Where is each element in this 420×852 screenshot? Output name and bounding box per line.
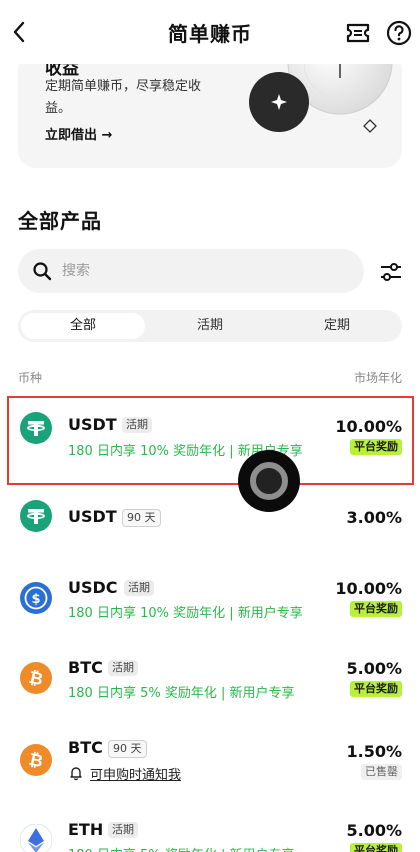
reward-description: 180 日内享 5% 奖励年化 | 新用户专享 — [68, 844, 294, 852]
usdc-icon: $ — [20, 582, 52, 614]
ticket-icon[interactable] — [345, 20, 371, 46]
product-term-tag: 90 天 — [122, 509, 161, 527]
platform-reward-badge: 平台奖励 — [350, 843, 402, 852]
search-icon — [33, 262, 52, 281]
apr-value: 5.00% — [346, 821, 402, 840]
bitcoin-icon: ₿ — [20, 662, 52, 694]
coin-name: USDT — [68, 507, 117, 526]
selection-highlight — [7, 396, 414, 485]
sold-out-badge: 已售罄 — [361, 764, 402, 780]
promo-description: 定期简单赚币，尽享稳定收益。 — [45, 79, 202, 116]
column-coin-header: 币种 — [18, 371, 43, 385]
product-type-tag: 活期 — [124, 580, 154, 596]
apr-value: 3.00% — [346, 508, 402, 527]
platform-reward-badge: 平台奖励 — [350, 601, 402, 617]
ethereum-icon — [20, 824, 52, 852]
coin-name: BTC — [68, 738, 103, 757]
reward-description: 180 日内享 10% 奖励年化 | 新用户专享 — [68, 606, 303, 621]
coin-name: USDC — [68, 578, 118, 597]
apr-value: 5.00% — [346, 659, 402, 678]
search-input[interactable] — [62, 249, 342, 293]
column-apr-header: 市场年化 — [353, 371, 402, 385]
svg-text:$: $ — [31, 592, 40, 607]
product-row[interactable]: $ USDC 活期 180 日内享 10% 奖励年化 | 新用户专享 10.00… — [0, 566, 420, 646]
tab-all[interactable]: 全部 — [21, 313, 145, 339]
filter-sliders-icon[interactable] — [378, 259, 404, 285]
header: 简单赚币 — [0, 0, 420, 64]
promo-illustration — [249, 52, 393, 133]
bitcoin-icon: ₿ — [20, 744, 52, 776]
product-row[interactable]: ₿ BTC 90 天 可申购时通知我 1.50% 已售罄 — [0, 726, 420, 806]
lend-now-link[interactable]: 立即借出 → — [45, 124, 112, 143]
tab-fixed[interactable]: 定期 — [275, 313, 399, 339]
floating-button-ring — [250, 462, 288, 500]
apr-value: 10.00% — [335, 579, 402, 598]
product-tabs: 全部 活期 定期 — [18, 310, 402, 342]
promo-card[interactable]: 收益 定期简单赚币，尽享稳定收益。 立即借出 → — [18, 52, 402, 168]
product-row[interactable]: ₿ BTC 活期 180 日内享 5% 奖励年化 | 新用户专享 5.00% 平… — [0, 646, 420, 726]
section-title: 全部产品 — [18, 209, 102, 233]
coin-name: ETH — [68, 820, 104, 839]
search-bar[interactable] — [18, 249, 364, 293]
platform-reward-badge: 平台奖励 — [350, 681, 402, 697]
product-row[interactable]: USDT 90 天 3.00% — [0, 478, 420, 558]
product-type-tag: 活期 — [108, 660, 138, 676]
tab-flexible[interactable]: 活期 — [148, 313, 272, 339]
product-term-tag: 90 天 — [108, 740, 147, 758]
notify-me-link[interactable]: 可申购时通知我 — [90, 764, 181, 783]
help-icon[interactable] — [386, 20, 412, 46]
floating-assistive-button[interactable] — [238, 450, 300, 512]
product-row[interactable]: ETH 活期 180 日内享 5% 奖励年化 | 新用户专享 5.00% 平台奖… — [0, 808, 420, 852]
tether-icon — [20, 500, 52, 532]
product-type-tag: 活期 — [108, 822, 138, 838]
bell-notify-icon[interactable] — [68, 765, 84, 781]
reward-description: 180 日内享 5% 奖励年化 | 新用户专享 — [68, 686, 295, 701]
coin-name: BTC — [68, 658, 103, 677]
apr-value: 1.50% — [346, 742, 402, 761]
